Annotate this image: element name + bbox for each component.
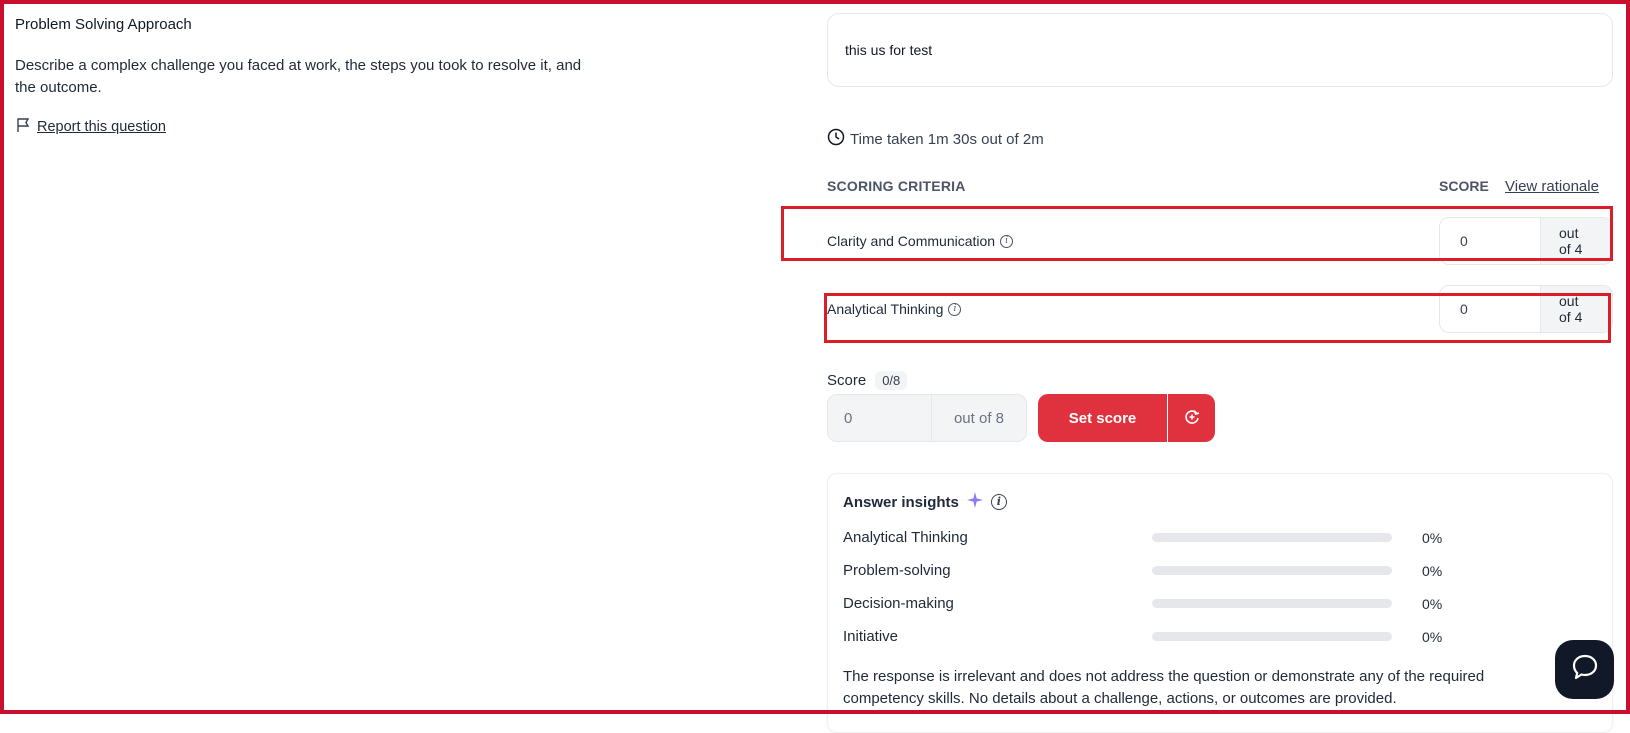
scoring-criteria-header: SCORING CRITERIA [827, 178, 966, 194]
insight-label: Analytical Thinking [843, 529, 968, 546]
insight-bar [1152, 533, 1392, 542]
set-score-button[interactable]: Set score [1038, 394, 1167, 442]
sparkle-icon [966, 491, 984, 513]
info-icon[interactable]: i [990, 494, 1007, 510]
total-score-heading: Score 0/8 [827, 371, 908, 390]
clock-icon [827, 128, 845, 150]
insight-bar [1152, 566, 1392, 575]
criterion-analytical: Analytical Thinking i [827, 301, 962, 317]
criterion-score-group: out of 4 [1439, 217, 1613, 265]
criterion-out-of: out of 4 [1540, 286, 1612, 332]
criterion-label: Clarity and Communication [827, 233, 996, 249]
answer-text-box: this us for test [827, 13, 1613, 87]
question-title: Problem Solving Approach [15, 16, 192, 33]
view-rationale-link[interactable]: View rationale [1505, 178, 1599, 195]
insight-bar [1152, 599, 1392, 608]
info-icon[interactable]: i [948, 302, 962, 316]
insight-percent: 0% [1422, 563, 1443, 579]
insight-percent: 0% [1422, 596, 1443, 612]
insight-percent: 0% [1422, 530, 1443, 546]
answer-insights-title: Answer insights [843, 493, 959, 511]
answer-insights-header: Answer insights i [843, 491, 1007, 513]
info-icon[interactable]: i [1000, 234, 1014, 248]
chat-support-button[interactable] [1555, 640, 1614, 699]
question-description: Describe a complex challenge you faced a… [15, 57, 582, 96]
report-question-link[interactable]: Report this question [15, 116, 166, 138]
total-score-input[interactable] [828, 395, 932, 441]
insight-label: Initiative [843, 628, 899, 645]
score-label: Score [827, 372, 867, 389]
score-header: SCORE [1439, 178, 1489, 194]
ai-refresh-icon [1182, 407, 1202, 430]
criterion-label: Analytical Thinking [827, 301, 944, 317]
score-badge: 0/8 [875, 371, 908, 390]
answer-text: this us for test [845, 42, 933, 58]
criterion-out-of: out of 4 [1540, 218, 1612, 264]
report-question-label: Report this question [37, 119, 166, 135]
criterion-clarity: Clarity and Communication i [827, 233, 1014, 249]
total-score-group: out of 8 [827, 394, 1027, 442]
criterion-score-group: out of 4 [1439, 285, 1613, 333]
chat-bubble-icon [1570, 652, 1600, 687]
flag-icon [15, 116, 33, 138]
insight-bar [1152, 632, 1392, 641]
total-out-of: out of 8 [953, 409, 1005, 427]
insight-label: Decision-making [843, 595, 954, 612]
criterion-score-input[interactable] [1440, 286, 1540, 332]
insights-summary: The response is irrelevant and does not … [843, 668, 1485, 707]
ai-score-button[interactable] [1168, 394, 1215, 442]
insight-label: Problem-solving [843, 562, 951, 579]
time-taken: Time taken 1m 30s out of 2m [827, 128, 1044, 150]
time-taken-label: Time taken 1m 30s out of 2m [850, 130, 1044, 148]
criterion-score-input[interactable] [1440, 218, 1540, 264]
insight-percent: 0% [1422, 629, 1443, 645]
